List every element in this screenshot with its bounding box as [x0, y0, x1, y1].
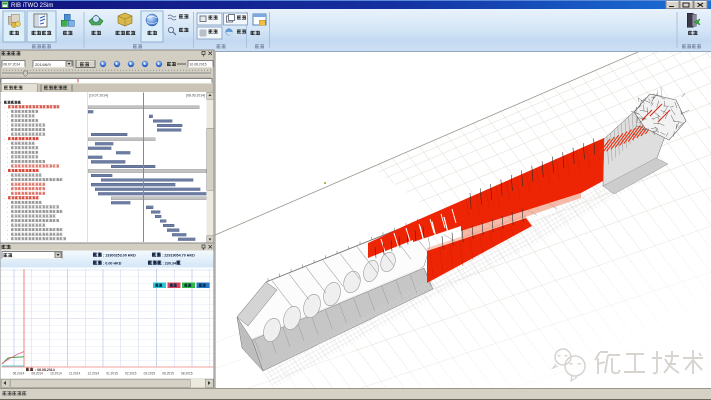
svg-text:: 13300253.00 HKD: : 13300253.00 HKD	[103, 253, 136, 257]
svg-text:2014/6/9: 2014/6/9	[35, 62, 51, 67]
svg-text:[10.07.2014]: [10.07.2014]	[89, 94, 108, 98]
svg-text:: 0.00 HKD: : 0.00 HKD	[103, 261, 122, 265]
svg-text:10.08.2015: 10.08.2015	[190, 63, 207, 67]
svg-text:02.2015: 02.2015	[125, 371, 137, 375]
svg-text:06.2014: 06.2014	[13, 371, 25, 375]
svg-text:03.2015: 03.2015	[144, 371, 156, 375]
svg-text:12.2014: 12.2014	[88, 371, 100, 375]
svg-text:08.07.2014: 08.07.2014	[3, 63, 20, 67]
svg-text:08.2015: 08.2015	[181, 371, 193, 375]
svg-text:: 22919054.70 HKD: : 22919054.70 HKD	[162, 253, 195, 257]
svg-text:RIB iTWO 2Sim: RIB iTWO 2Sim	[11, 3, 53, 9]
svg-text:10.2014: 10.2014	[50, 371, 62, 375]
svg-text:06.2015: 06.2015	[162, 371, 174, 375]
svg-text:[08.09.2014]: [08.09.2014]	[186, 94, 205, 98]
svg-text:01.2015: 01.2015	[106, 371, 118, 375]
svg-text:11.2014: 11.2014	[69, 371, 81, 375]
svg-text:: 230.34: : 230.34	[163, 261, 177, 265]
svg-text:08.2014: 08.2014	[31, 371, 43, 375]
